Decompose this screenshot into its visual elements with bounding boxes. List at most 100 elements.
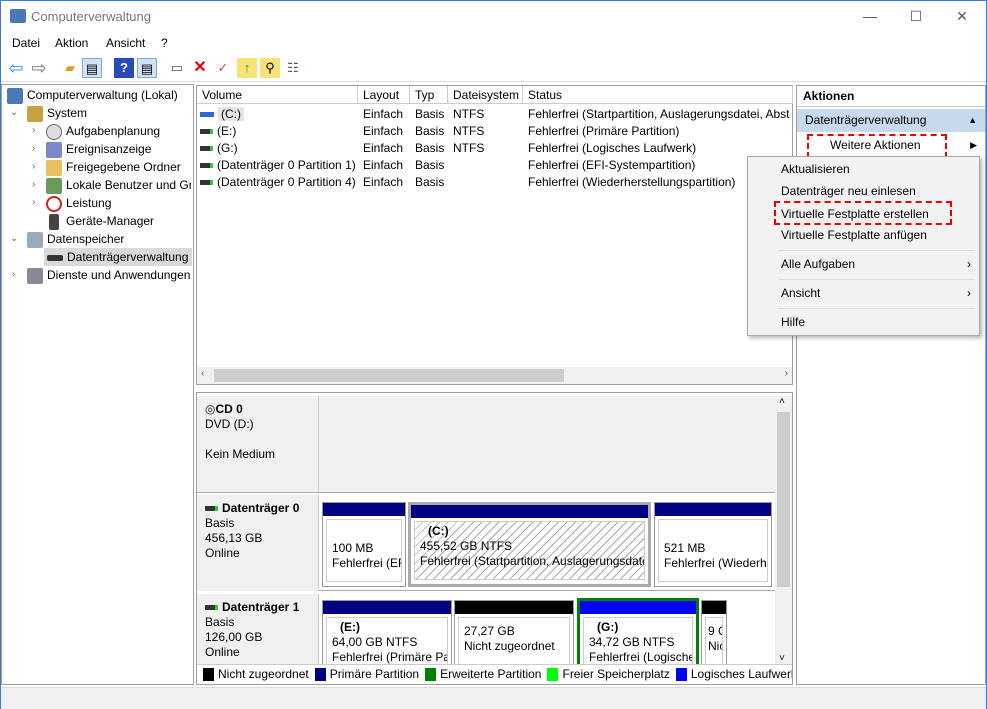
- disk-type: DVD (D:): [205, 417, 254, 431]
- cell-volume[interactable]: (C:): [200, 106, 358, 123]
- cell-dateisystem[interactable]: [453, 174, 526, 191]
- partition-unallocated[interactable]: 27,27 GB Nicht zugeordnet: [454, 600, 574, 664]
- actions-section-datentraegerverwaltung[interactable]: Datenträgerverwaltung ▲: [797, 109, 985, 132]
- column-status[interactable]: Status: [523, 86, 793, 104]
- cell-typ[interactable]: Basis: [415, 157, 451, 174]
- menu-item-aktualisieren[interactable]: Aktualisieren: [781, 159, 850, 179]
- chevron-down-icon[interactable]: ⌄: [10, 107, 18, 118]
- cell-text: NTFS: [453, 124, 485, 138]
- tree-system[interactable]: System: [27, 104, 87, 122]
- cell-layout[interactable]: Einfach: [363, 157, 413, 174]
- cell-volume[interactable]: (Datenträger 0 Partition 1): [200, 157, 358, 174]
- scroll-right-icon[interactable]: ›: [785, 368, 788, 379]
- tree-datentraegerverwaltung[interactable]: Datenträgerverwaltung: [44, 248, 192, 266]
- partition-c[interactable]: (C:) 455,52 GB NTFS Fehlerfrei (Startparti…: [408, 502, 651, 587]
- chevron-right-icon[interactable]: ›: [32, 161, 35, 172]
- cell-volume[interactable]: (G:): [200, 140, 358, 157]
- scrollbar-thumb[interactable]: [777, 412, 790, 587]
- collapse-icon[interactable]: ▲: [968, 109, 977, 132]
- scroll-up-icon[interactable]: ˄: [779, 396, 785, 407]
- chevron-down-icon[interactable]: ⌄: [10, 233, 18, 244]
- chevron-right-icon[interactable]: ›: [32, 143, 35, 154]
- tree-aufgabenplanung[interactable]: Aufgabenplanung: [46, 122, 160, 140]
- tree-dienste[interactable]: Dienste und Anwendungen: [27, 266, 190, 284]
- partition-efi[interactable]: 100 MBFehlerfrei (EFI-Systempartition): [322, 502, 406, 587]
- tree-leistung[interactable]: Leistung: [46, 194, 111, 212]
- partition-status: Fehlerfrei (Wiederherstellungspartition): [664, 556, 767, 570]
- scroll-down-icon[interactable]: ˅: [779, 653, 785, 664]
- disk-row-cd0[interactable]: ◎CD 0 DVD (D:) Kein Medium: [197, 396, 775, 493]
- console-tree-icon[interactable]: ▤: [82, 58, 102, 78]
- column-layout[interactable]: Layout: [358, 86, 410, 104]
- volume-icon: [200, 112, 214, 118]
- column-typ[interactable]: Typ: [410, 86, 448, 104]
- cell-layout[interactable]: Einfach: [363, 140, 413, 157]
- disk-row-0[interactable]: Datenträger 0 Basis 456,13 GB Online 100…: [197, 495, 775, 591]
- forward-icon[interactable]: ⇨: [29, 58, 49, 78]
- tree-freigegebene-ordner[interactable]: Freigegebene Ordner: [46, 158, 181, 176]
- cell-status[interactable]: Fehlerfrei (Logisches Laufwerk): [528, 140, 790, 157]
- cell-layout[interactable]: Einfach: [363, 123, 413, 140]
- partition-recovery[interactable]: 521 MBFehlerfrei (Wiederherstellungspart…: [654, 502, 772, 587]
- menu-help[interactable]: ?: [161, 36, 168, 50]
- back-icon[interactable]: ⇦: [6, 58, 26, 78]
- tree-root[interactable]: Computerverwaltung (Lokal): [7, 86, 178, 104]
- menu-ansicht[interactable]: Ansicht: [106, 36, 145, 50]
- action-pane-icon[interactable]: ▤: [137, 58, 157, 78]
- chevron-right-icon[interactable]: ›: [32, 125, 35, 136]
- horizontal-scrollbar[interactable]: ‹ ›: [197, 367, 792, 384]
- chevron-right-icon[interactable]: ›: [32, 179, 35, 190]
- delete-icon[interactable]: ✕: [190, 58, 210, 78]
- checklist-icon[interactable]: ☷: [283, 58, 303, 78]
- tree-geraete-manager[interactable]: Geräte-Manager: [46, 212, 154, 230]
- cell-volume[interactable]: (E:): [200, 123, 358, 140]
- properties-icon[interactable]: ✓: [213, 58, 233, 78]
- menu-item-neu-einlesen[interactable]: Datenträger neu einlesen: [781, 181, 916, 201]
- scrollbar-thumb[interactable]: [214, 369, 564, 382]
- menu-aktion[interactable]: Aktion: [55, 36, 88, 50]
- tree-ereignisanzeige[interactable]: Ereignisanzeige: [46, 140, 151, 158]
- tree-lokale-benutzer[interactable]: Lokale Benutzer und Gruppen: [46, 176, 191, 194]
- cell-typ[interactable]: Basis: [415, 123, 451, 140]
- search-icon[interactable]: ⚲: [260, 58, 280, 78]
- partition-unallocated-2[interactable]: 9 GBNicht zugeordnet: [701, 600, 727, 664]
- connect-icon[interactable]: ▭: [167, 58, 187, 78]
- partition-e[interactable]: (E:)64,00 GB NTFSFehlerfrei (Primäre Par…: [322, 600, 452, 664]
- cell-layout[interactable]: Einfach: [363, 106, 413, 123]
- cell-typ[interactable]: Basis: [415, 106, 451, 123]
- menu-item-alle-aufgaben[interactable]: Alle Aufgaben ›: [781, 254, 971, 274]
- minimize-button[interactable]: —: [847, 1, 893, 31]
- cell-dateisystem[interactable]: [453, 157, 526, 174]
- maximize-button[interactable]: ☐: [893, 1, 939, 31]
- help-icon[interactable]: ?: [114, 58, 134, 78]
- menu-label: Alle Aufgaben: [781, 257, 856, 271]
- menu-item-hilfe[interactable]: Hilfe: [781, 312, 805, 332]
- cell-typ[interactable]: Basis: [415, 174, 451, 191]
- close-button[interactable]: ✕: [939, 1, 985, 31]
- menu-item-ansicht[interactable]: Ansicht ›: [781, 283, 971, 303]
- cell-typ[interactable]: Basis: [415, 140, 451, 157]
- tree-datenspeicher[interactable]: Datenspeicher: [27, 230, 124, 248]
- chevron-right-icon[interactable]: ›: [12, 269, 15, 280]
- chevron-right-icon[interactable]: ›: [32, 197, 35, 208]
- up-folder-icon[interactable]: ▰: [60, 58, 80, 78]
- app-icon: [10, 9, 26, 23]
- menu-datei[interactable]: Datei: [12, 36, 40, 50]
- vertical-scrollbar[interactable]: ˄ ˅: [775, 396, 792, 664]
- disk-row-1[interactable]: Datenträger 1 Basis 126,00 GB Online (E:…: [197, 594, 775, 664]
- cell-status[interactable]: Fehlerfrei (Primäre Partition): [528, 123, 790, 140]
- disk-icon: [205, 506, 218, 512]
- cell-dateisystem[interactable]: NTFS: [453, 123, 526, 140]
- column-volume[interactable]: Volume: [197, 86, 358, 104]
- cell-dateisystem[interactable]: NTFS: [453, 106, 526, 123]
- column-dateisystem[interactable]: Dateisystem: [448, 86, 523, 104]
- cell-dateisystem[interactable]: NTFS: [453, 140, 526, 157]
- export-icon[interactable]: ↑: [237, 58, 257, 78]
- menu-item-vhd-anfuegen[interactable]: Virtuelle Festplatte anfügen: [781, 225, 927, 245]
- cell-status[interactable]: Fehlerfrei (Startpartition, Auslagerungs…: [528, 106, 790, 123]
- menu-separator: [778, 308, 975, 309]
- partition-g[interactable]: (G:)34,72 GB NTFSFehlerfrei (Logisches L…: [577, 598, 699, 664]
- cell-layout[interactable]: Einfach: [363, 174, 413, 191]
- cell-volume[interactable]: (Datenträger 0 Partition 4): [200, 174, 358, 191]
- scroll-left-icon[interactable]: ‹: [201, 368, 204, 379]
